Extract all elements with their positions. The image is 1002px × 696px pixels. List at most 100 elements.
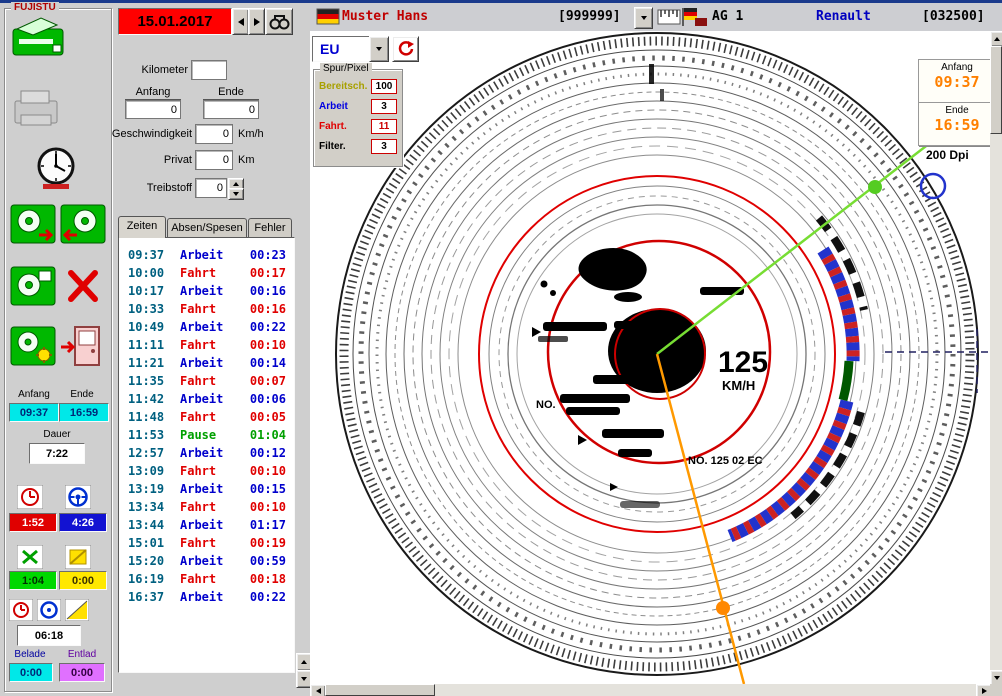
clock-button[interactable]	[31, 145, 81, 191]
unload-value: 0:00	[59, 663, 105, 682]
end-marker-handle[interactable]	[716, 601, 730, 615]
up-arrow-icon	[301, 660, 307, 664]
entry-duration: 00:18	[240, 570, 286, 588]
entry-time: 10:17	[119, 282, 180, 300]
kilometer-input[interactable]	[191, 60, 227, 80]
entry-time: 09:37	[119, 246, 180, 264]
print-button[interactable]	[11, 85, 61, 131]
time-list-row[interactable]: 11:53Pause01:04	[119, 426, 294, 444]
delete-button[interactable]	[59, 263, 107, 309]
day-total-value: 06:18	[17, 625, 81, 646]
copy-disc-button[interactable]	[9, 263, 57, 309]
treibstoff-input[interactable]	[195, 178, 227, 198]
scale-ruler-icon[interactable]	[657, 6, 681, 28]
anfang-km-input[interactable]	[125, 100, 181, 119]
time-list-row[interactable]: 11:48Fahrt00:05	[119, 408, 294, 426]
process-disc-button[interactable]	[9, 323, 57, 369]
time-list-row[interactable]: 15:20Arbeit00:59	[119, 552, 294, 570]
region-value: EU	[313, 41, 370, 57]
reanalyze-button[interactable]	[392, 36, 419, 62]
entry-time: 11:48	[119, 408, 180, 426]
disc-end-info-box: Ende 16:59	[918, 102, 990, 146]
time-list-row[interactable]: 12:57Arbeit00:12	[119, 444, 294, 462]
entry-duration: 00:14	[240, 354, 286, 372]
horizontal-scrollbar[interactable]	[310, 684, 990, 696]
privat-input[interactable]	[195, 150, 233, 170]
end-time-value: 16:59	[59, 403, 109, 422]
time-list-row[interactable]: 10:00Fahrt00:17	[119, 264, 294, 282]
time-list-row[interactable]: 11:42Arbeit00:06	[119, 390, 294, 408]
work-total-value: 1:04	[9, 571, 57, 590]
date-display[interactable]: 15.01.2017	[118, 8, 232, 35]
main-header-bar: Muster Hans [999999] AG 1 Renault [03250…	[310, 3, 1002, 32]
time-list-row[interactable]: 11:11Fahrt00:10	[119, 336, 294, 354]
tab-zeiten[interactable]: Zeiten	[118, 216, 166, 238]
vehicle-flag-icon	[682, 6, 708, 28]
scroll-left-button[interactable]	[310, 684, 326, 696]
time-list-row[interactable]: 16:19Fahrt00:18	[119, 570, 294, 588]
time-list-row[interactable]: 11:35Fahrt00:07	[119, 372, 294, 390]
entry-activity: Arbeit	[180, 516, 240, 534]
start-marker-handle[interactable]	[868, 180, 882, 194]
prev-day-button[interactable]	[232, 8, 249, 35]
anfang-km-label: Anfang	[125, 86, 181, 100]
sum-mixed-icon	[65, 599, 89, 621]
refresh-icon	[397, 40, 415, 58]
entry-duration: 00:59	[240, 552, 286, 570]
export-disc-button[interactable]	[59, 201, 107, 247]
entry-time: 12:57	[119, 444, 180, 462]
treibstoff-step-down[interactable]	[228, 188, 244, 200]
time-list-row[interactable]: 16:37Arbeit00:22	[119, 588, 294, 606]
time-list-row[interactable]: 10:17Arbeit00:16	[119, 282, 294, 300]
drive-total-value: 4:26	[59, 513, 107, 532]
entry-duration: 00:10	[240, 462, 286, 480]
scan-button[interactable]	[11, 15, 67, 61]
geschwindigkeit-input[interactable]	[195, 124, 233, 144]
disc-end-value: 16:59	[919, 116, 990, 134]
fujitsu-toolbar-panel: FUJISTU	[4, 8, 112, 692]
region-combobox[interactable]: EU	[312, 36, 371, 62]
vertical-scrollbar[interactable]	[990, 31, 1002, 684]
down-arrow-icon	[994, 676, 1000, 680]
time-list-row[interactable]: 13:44Arbeit01:17	[119, 516, 294, 534]
start-time-label: Anfang	[11, 389, 57, 400]
param-filter-value[interactable]: 3	[371, 139, 397, 154]
tab-absen-spesen[interactable]: Absen/Spesen	[167, 218, 247, 238]
time-list-row[interactable]: 10:49Arbeit00:22	[119, 318, 294, 336]
right-arrow-icon	[254, 18, 260, 26]
region-dropdown-button[interactable]	[369, 36, 389, 62]
time-list-row[interactable]: 13:34Fahrt00:10	[119, 498, 294, 516]
scroll-up-button[interactable]	[990, 31, 1002, 47]
param-fahrt-value[interactable]: 11	[371, 119, 397, 134]
entry-activity: Fahrt	[180, 570, 240, 588]
entry-activity: Arbeit	[180, 390, 240, 408]
param-bereitsch-value[interactable]: 100	[371, 79, 397, 94]
clock-icon	[31, 145, 81, 191]
time-list-row[interactable]: 15:01Fahrt00:19	[119, 534, 294, 552]
next-day-button[interactable]	[248, 8, 265, 35]
disc-model-text: NO. 125 02 EC	[688, 455, 763, 467]
privat-unit: Km	[238, 154, 255, 166]
time-list-row[interactable]: 09:37Arbeit00:23	[119, 246, 294, 264]
vertical-scroll-thumb[interactable]	[990, 46, 1002, 134]
ende-km-input[interactable]	[203, 100, 259, 119]
unload-label: Entlad	[57, 649, 107, 660]
time-list-row[interactable]: 11:21Arbeit00:14	[119, 354, 294, 372]
end-time-label: Ende	[59, 389, 105, 400]
driver-select-button[interactable]	[634, 7, 653, 29]
entry-activity: Fahrt	[180, 300, 240, 318]
horizontal-scroll-thumb[interactable]	[325, 684, 435, 696]
entry-duration: 00:22	[240, 318, 286, 336]
entry-time: 15:01	[119, 534, 180, 552]
param-bereitsch-label: Bereitsch.	[319, 81, 367, 92]
import-disc-button[interactable]	[9, 201, 57, 247]
tab-fehler[interactable]: Fehler	[248, 218, 292, 238]
time-list-row[interactable]: 13:09Fahrt00:10	[119, 462, 294, 480]
exit-button[interactable]	[59, 323, 107, 369]
time-list-row[interactable]: 13:19Arbeit00:15	[119, 480, 294, 498]
duration-value: 7:22	[29, 443, 85, 464]
search-date-button[interactable]	[265, 8, 293, 35]
param-arbeit-value[interactable]: 3	[371, 99, 397, 114]
time-list-row[interactable]: 10:33Fahrt00:16	[119, 300, 294, 318]
ende-km-label: Ende	[203, 86, 259, 100]
